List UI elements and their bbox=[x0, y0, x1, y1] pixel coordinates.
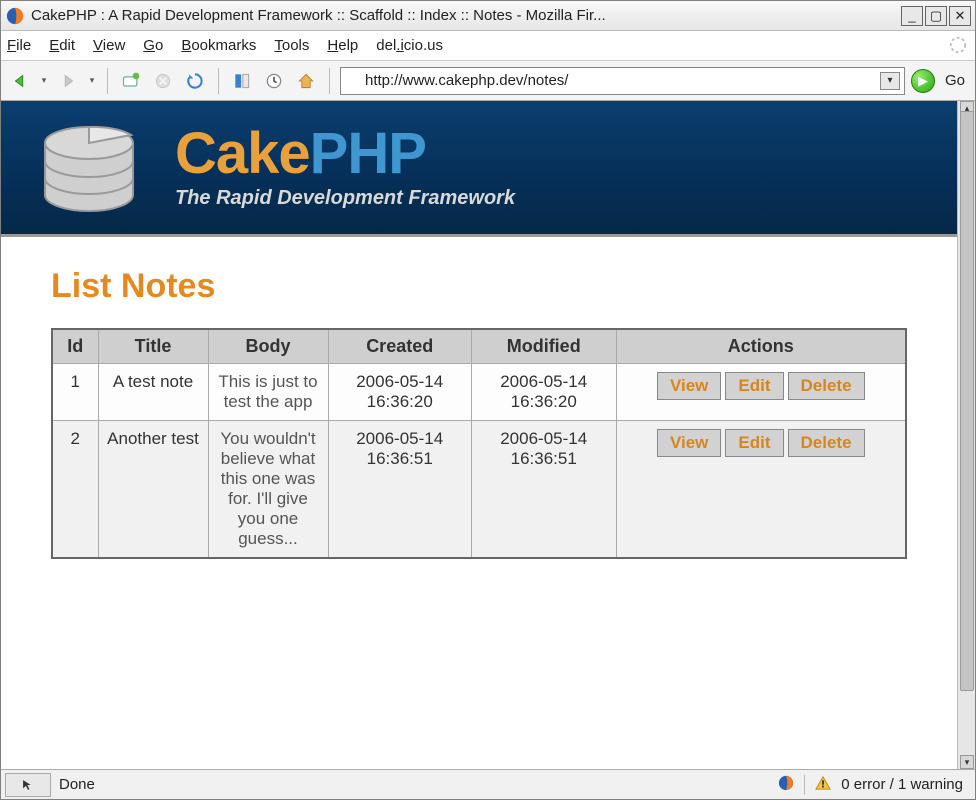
column-header[interactable]: Actions bbox=[616, 329, 906, 364]
back-button[interactable] bbox=[7, 68, 33, 94]
body-cell: This is just to test the app bbox=[208, 364, 328, 421]
scroll-thumb[interactable] bbox=[960, 111, 974, 691]
modified-cell: 2006-05-14 16:36:20 bbox=[471, 364, 616, 421]
selector-tool-icon[interactable] bbox=[5, 773, 51, 797]
window-titlebar: CakePHP : A Rapid Development Framework … bbox=[1, 1, 975, 31]
history-button[interactable] bbox=[261, 68, 287, 94]
back-history-dropdown[interactable]: ▾ bbox=[39, 68, 49, 94]
menu-help[interactable]: Help bbox=[327, 37, 358, 54]
url-bar[interactable]: http://www.cakephp.dev/notes/ ▾ bbox=[340, 67, 905, 95]
table-row: 1A test noteThis is just to test the app… bbox=[52, 364, 906, 421]
status-separator bbox=[804, 775, 805, 795]
menu-go[interactable]: Go bbox=[143, 37, 163, 54]
id-cell: 2 bbox=[52, 421, 98, 559]
content-area: CakePHP The Rapid Development Framework … bbox=[1, 101, 975, 769]
notes-table: IdTitleBodyCreatedModifiedActions 1A tes… bbox=[51, 328, 907, 559]
reload-button[interactable] bbox=[182, 68, 208, 94]
url-dropdown-button[interactable]: ▾ bbox=[880, 72, 900, 90]
column-header[interactable]: Id bbox=[52, 329, 98, 364]
id-cell: 1 bbox=[52, 364, 98, 421]
sidebar-bookmarks-button[interactable] bbox=[229, 68, 255, 94]
status-message: Done bbox=[59, 776, 778, 793]
actions-cell: ViewEditDelete bbox=[616, 421, 906, 559]
scroll-down-arrow-icon[interactable]: ▾ bbox=[960, 755, 974, 769]
navigation-toolbar: ▾ ▾ http://www.cakephp.dev/notes/ ▾ ▶ Go bbox=[1, 61, 975, 101]
edit-button[interactable]: Edit bbox=[725, 372, 783, 400]
brand-tagline: The Rapid Development Framework bbox=[175, 187, 515, 210]
delete-button[interactable]: Delete bbox=[788, 372, 865, 400]
column-header[interactable]: Created bbox=[328, 329, 471, 364]
throbber-icon bbox=[949, 36, 969, 56]
view-button[interactable]: View bbox=[657, 372, 721, 400]
cakephp-logo-icon bbox=[31, 113, 151, 223]
menu-delicious[interactable]: del.icio.us bbox=[376, 37, 443, 54]
window-close-button[interactable]: ✕ bbox=[949, 6, 971, 26]
home-button[interactable] bbox=[293, 68, 319, 94]
page-body: List Notes IdTitleBodyCreatedModifiedAct… bbox=[1, 237, 957, 589]
view-button[interactable]: View bbox=[657, 429, 721, 457]
error-count[interactable]: 0 error / 1 warning bbox=[841, 776, 963, 793]
column-header[interactable]: Modified bbox=[471, 329, 616, 364]
window-minimize-button[interactable]: _ bbox=[901, 6, 923, 26]
title-cell: Another test bbox=[98, 421, 208, 559]
column-header[interactable]: Title bbox=[98, 329, 208, 364]
column-header[interactable]: Body bbox=[208, 329, 328, 364]
body-cell: You wouldn't believe what this one was f… bbox=[208, 421, 328, 559]
firefox-status-icon bbox=[778, 775, 794, 795]
toolbar-separator bbox=[329, 68, 330, 94]
brand-cake: Cake bbox=[175, 121, 310, 186]
status-bar: Done 0 error / 1 warning bbox=[1, 769, 975, 799]
delete-button[interactable]: Delete bbox=[788, 429, 865, 457]
forward-history-dropdown[interactable]: ▾ bbox=[87, 68, 97, 94]
brand-title: CakePHP bbox=[175, 125, 515, 183]
menu-view[interactable]: View bbox=[93, 37, 125, 54]
menu-tools[interactable]: Tools bbox=[274, 37, 309, 54]
created-cell: 2006-05-14 16:36:20 bbox=[328, 364, 471, 421]
toolbar-separator bbox=[218, 68, 219, 94]
window-title: CakePHP : A Rapid Development Framework … bbox=[31, 7, 901, 24]
table-row: 2Another testYou wouldn't believe what t… bbox=[52, 421, 906, 559]
forward-button[interactable] bbox=[55, 68, 81, 94]
modified-cell: 2006-05-14 16:36:51 bbox=[471, 421, 616, 559]
new-tab-button[interactable] bbox=[118, 68, 144, 94]
brand-php: PHP bbox=[310, 121, 426, 186]
firefox-app-icon bbox=[5, 6, 25, 26]
go-button[interactable]: ▶ bbox=[911, 69, 935, 93]
page-title: List Notes bbox=[51, 267, 907, 306]
toolbar-separator bbox=[107, 68, 108, 94]
url-text: http://www.cakephp.dev/notes/ bbox=[365, 72, 568, 89]
edit-button[interactable]: Edit bbox=[725, 429, 783, 457]
site-header: CakePHP The Rapid Development Framework bbox=[1, 101, 957, 237]
title-cell: A test note bbox=[98, 364, 208, 421]
menu-bar: File Edit View Go Bookmarks Tools Help d… bbox=[1, 31, 975, 61]
created-cell: 2006-05-14 16:36:51 bbox=[328, 421, 471, 559]
actions-cell: ViewEditDelete bbox=[616, 364, 906, 421]
stop-button[interactable] bbox=[150, 68, 176, 94]
go-label: Go bbox=[945, 72, 965, 89]
window-maximize-button[interactable]: ▢ bbox=[925, 6, 947, 26]
menu-bookmarks[interactable]: Bookmarks bbox=[181, 37, 256, 54]
warning-icon bbox=[815, 775, 831, 795]
menu-edit[interactable]: Edit bbox=[49, 37, 75, 54]
vertical-scrollbar[interactable]: ▴ ▾ bbox=[957, 101, 975, 769]
menu-file[interactable]: File bbox=[7, 37, 31, 54]
